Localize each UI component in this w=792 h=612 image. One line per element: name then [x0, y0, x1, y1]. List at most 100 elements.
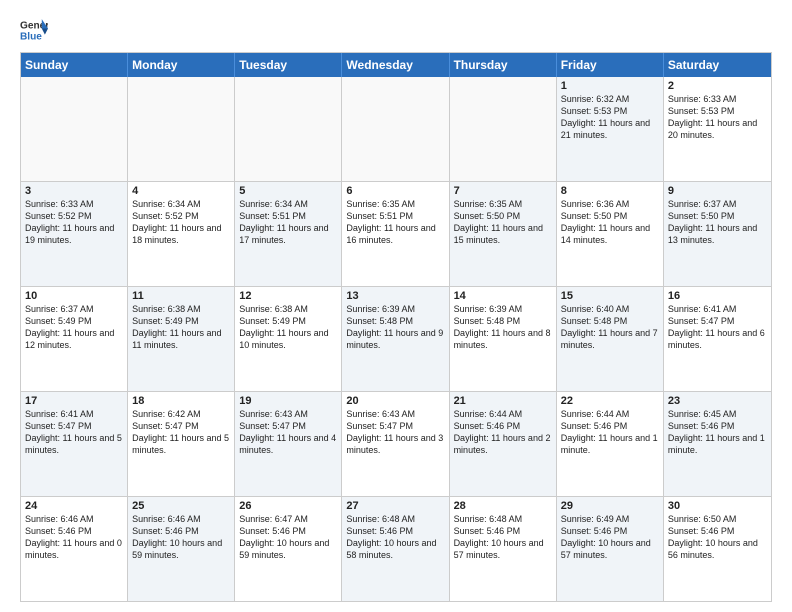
calendar: SundayMondayTuesdayWednesdayThursdayFrid… [20, 52, 772, 602]
header-day-tuesday: Tuesday [235, 53, 342, 77]
day-number: 22 [561, 395, 659, 407]
empty-cell-0-2 [235, 77, 342, 181]
day-26: 26Sunrise: 6:47 AMSunset: 5:46 PMDayligh… [235, 497, 342, 601]
day-number: 10 [25, 290, 123, 302]
svg-text:Blue: Blue [20, 31, 42, 42]
day-17: 17Sunrise: 6:41 AMSunset: 5:47 PMDayligh… [21, 392, 128, 496]
day-15: 15Sunrise: 6:40 AMSunset: 5:48 PMDayligh… [557, 287, 664, 391]
day-number: 20 [346, 395, 444, 407]
day-number: 27 [346, 500, 444, 512]
day-number: 5 [239, 185, 337, 197]
day-number: 16 [668, 290, 767, 302]
calendar-row-1: 3Sunrise: 6:33 AMSunset: 5:52 PMDaylight… [21, 181, 771, 286]
day-info: Sunrise: 6:44 AMSunset: 5:46 PMDaylight:… [561, 408, 659, 457]
day-info: Sunrise: 6:48 AMSunset: 5:46 PMDaylight:… [454, 513, 552, 562]
day-number: 19 [239, 395, 337, 407]
day-info: Sunrise: 6:34 AMSunset: 5:51 PMDaylight:… [239, 198, 337, 247]
day-5: 5Sunrise: 6:34 AMSunset: 5:51 PMDaylight… [235, 182, 342, 286]
day-info: Sunrise: 6:32 AMSunset: 5:53 PMDaylight:… [561, 93, 659, 142]
empty-cell-0-1 [128, 77, 235, 181]
day-number: 18 [132, 395, 230, 407]
day-info: Sunrise: 6:38 AMSunset: 5:49 PMDaylight:… [132, 303, 230, 352]
day-info: Sunrise: 6:44 AMSunset: 5:46 PMDaylight:… [454, 408, 552, 457]
day-20: 20Sunrise: 6:43 AMSunset: 5:47 PMDayligh… [342, 392, 449, 496]
day-18: 18Sunrise: 6:42 AMSunset: 5:47 PMDayligh… [128, 392, 235, 496]
day-info: Sunrise: 6:50 AMSunset: 5:46 PMDaylight:… [668, 513, 767, 562]
day-number: 25 [132, 500, 230, 512]
day-number: 2 [668, 80, 767, 92]
empty-cell-0-3 [342, 77, 449, 181]
day-4: 4Sunrise: 6:34 AMSunset: 5:52 PMDaylight… [128, 182, 235, 286]
day-number: 4 [132, 185, 230, 197]
day-11: 11Sunrise: 6:38 AMSunset: 5:49 PMDayligh… [128, 287, 235, 391]
day-number: 3 [25, 185, 123, 197]
day-12: 12Sunrise: 6:38 AMSunset: 5:49 PMDayligh… [235, 287, 342, 391]
day-28: 28Sunrise: 6:48 AMSunset: 5:46 PMDayligh… [450, 497, 557, 601]
header-day-monday: Monday [128, 53, 235, 77]
day-info: Sunrise: 6:35 AMSunset: 5:50 PMDaylight:… [454, 198, 552, 247]
day-info: Sunrise: 6:46 AMSunset: 5:46 PMDaylight:… [132, 513, 230, 562]
day-info: Sunrise: 6:45 AMSunset: 5:46 PMDaylight:… [668, 408, 767, 457]
day-info: Sunrise: 6:41 AMSunset: 5:47 PMDaylight:… [25, 408, 123, 457]
day-number: 14 [454, 290, 552, 302]
header-day-sunday: Sunday [21, 53, 128, 77]
header-day-friday: Friday [557, 53, 664, 77]
day-2: 2Sunrise: 6:33 AMSunset: 5:53 PMDaylight… [664, 77, 771, 181]
day-info: Sunrise: 6:37 AMSunset: 5:49 PMDaylight:… [25, 303, 123, 352]
day-13: 13Sunrise: 6:39 AMSunset: 5:48 PMDayligh… [342, 287, 449, 391]
day-number: 15 [561, 290, 659, 302]
day-number: 13 [346, 290, 444, 302]
day-info: Sunrise: 6:48 AMSunset: 5:46 PMDaylight:… [346, 513, 444, 562]
calendar-header: SundayMondayTuesdayWednesdayThursdayFrid… [21, 53, 771, 77]
day-info: Sunrise: 6:42 AMSunset: 5:47 PMDaylight:… [132, 408, 230, 457]
day-info: Sunrise: 6:47 AMSunset: 5:46 PMDaylight:… [239, 513, 337, 562]
day-number: 28 [454, 500, 552, 512]
day-info: Sunrise: 6:33 AMSunset: 5:52 PMDaylight:… [25, 198, 123, 247]
day-number: 1 [561, 80, 659, 92]
day-info: Sunrise: 6:38 AMSunset: 5:49 PMDaylight:… [239, 303, 337, 352]
day-info: Sunrise: 6:43 AMSunset: 5:47 PMDaylight:… [346, 408, 444, 457]
day-info: Sunrise: 6:40 AMSunset: 5:48 PMDaylight:… [561, 303, 659, 352]
header-day-wednesday: Wednesday [342, 53, 449, 77]
day-number: 6 [346, 185, 444, 197]
day-info: Sunrise: 6:46 AMSunset: 5:46 PMDaylight:… [25, 513, 123, 562]
day-number: 17 [25, 395, 123, 407]
day-16: 16Sunrise: 6:41 AMSunset: 5:47 PMDayligh… [664, 287, 771, 391]
generalblue-icon: General Blue [20, 16, 48, 44]
day-number: 21 [454, 395, 552, 407]
day-info: Sunrise: 6:33 AMSunset: 5:53 PMDaylight:… [668, 93, 767, 142]
day-number: 23 [668, 395, 767, 407]
day-number: 7 [454, 185, 552, 197]
day-6: 6Sunrise: 6:35 AMSunset: 5:51 PMDaylight… [342, 182, 449, 286]
day-number: 26 [239, 500, 337, 512]
day-14: 14Sunrise: 6:39 AMSunset: 5:48 PMDayligh… [450, 287, 557, 391]
calendar-row-2: 10Sunrise: 6:37 AMSunset: 5:49 PMDayligh… [21, 286, 771, 391]
day-number: 8 [561, 185, 659, 197]
day-24: 24Sunrise: 6:46 AMSunset: 5:46 PMDayligh… [21, 497, 128, 601]
day-27: 27Sunrise: 6:48 AMSunset: 5:46 PMDayligh… [342, 497, 449, 601]
day-info: Sunrise: 6:41 AMSunset: 5:47 PMDaylight:… [668, 303, 767, 352]
day-info: Sunrise: 6:36 AMSunset: 5:50 PMDaylight:… [561, 198, 659, 247]
logo: General Blue [20, 16, 48, 44]
day-23: 23Sunrise: 6:45 AMSunset: 5:46 PMDayligh… [664, 392, 771, 496]
day-22: 22Sunrise: 6:44 AMSunset: 5:46 PMDayligh… [557, 392, 664, 496]
calendar-row-0: 1Sunrise: 6:32 AMSunset: 5:53 PMDaylight… [21, 77, 771, 181]
day-info: Sunrise: 6:39 AMSunset: 5:48 PMDaylight:… [454, 303, 552, 352]
calendar-body: 1Sunrise: 6:32 AMSunset: 5:53 PMDaylight… [21, 77, 771, 601]
empty-cell-0-4 [450, 77, 557, 181]
day-30: 30Sunrise: 6:50 AMSunset: 5:46 PMDayligh… [664, 497, 771, 601]
calendar-row-4: 24Sunrise: 6:46 AMSunset: 5:46 PMDayligh… [21, 496, 771, 601]
day-19: 19Sunrise: 6:43 AMSunset: 5:47 PMDayligh… [235, 392, 342, 496]
day-info: Sunrise: 6:43 AMSunset: 5:47 PMDaylight:… [239, 408, 337, 457]
day-info: Sunrise: 6:39 AMSunset: 5:48 PMDaylight:… [346, 303, 444, 352]
calendar-row-3: 17Sunrise: 6:41 AMSunset: 5:47 PMDayligh… [21, 391, 771, 496]
day-number: 29 [561, 500, 659, 512]
empty-cell-0-0 [21, 77, 128, 181]
day-info: Sunrise: 6:35 AMSunset: 5:51 PMDaylight:… [346, 198, 444, 247]
day-1: 1Sunrise: 6:32 AMSunset: 5:53 PMDaylight… [557, 77, 664, 181]
day-21: 21Sunrise: 6:44 AMSunset: 5:46 PMDayligh… [450, 392, 557, 496]
day-7: 7Sunrise: 6:35 AMSunset: 5:50 PMDaylight… [450, 182, 557, 286]
day-number: 9 [668, 185, 767, 197]
day-3: 3Sunrise: 6:33 AMSunset: 5:52 PMDaylight… [21, 182, 128, 286]
day-info: Sunrise: 6:49 AMSunset: 5:46 PMDaylight:… [561, 513, 659, 562]
